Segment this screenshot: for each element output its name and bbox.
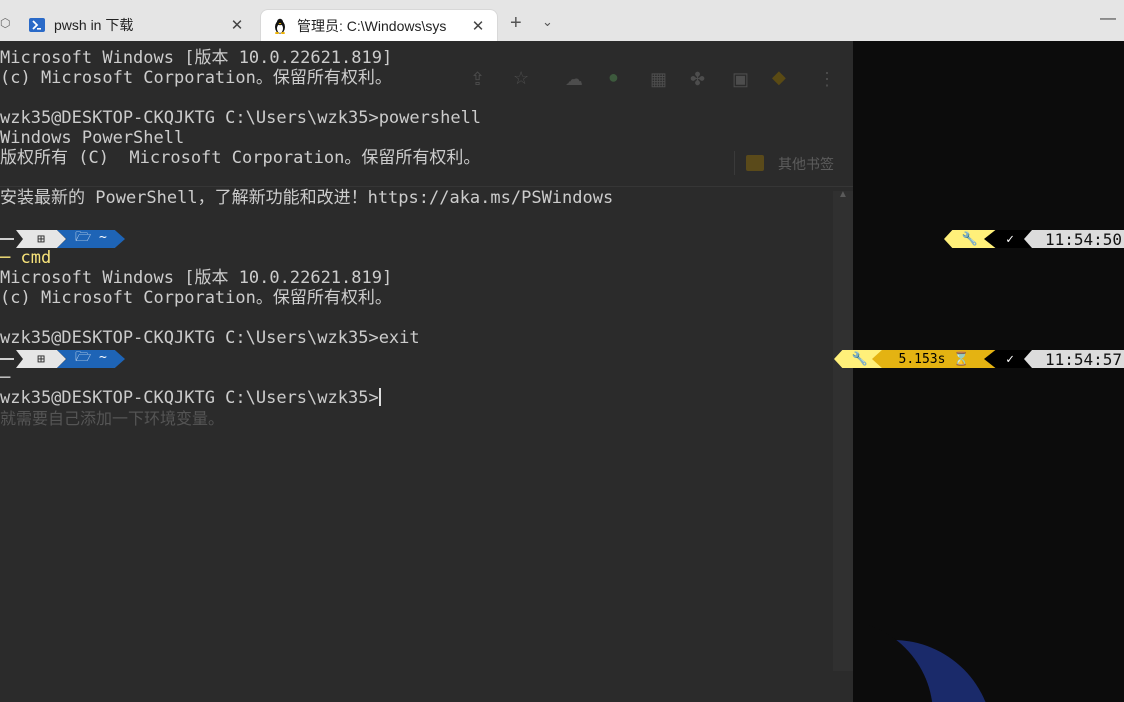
- windows-icon: ⊞: [16, 350, 66, 368]
- text-cursor: [378, 388, 381, 406]
- command-line: wzk35@DESKTOP-CKQJKTG C:\Users\wzk35>exi…: [0, 328, 420, 348]
- tab-bar: ⬡ pwsh in 下载 ✕ 管理员: C:\Windows\sys ✕ + ⌄…: [0, 0, 1124, 42]
- qr-code-icon: ▦: [650, 69, 668, 89]
- powershell-icon: [28, 16, 46, 34]
- linux-penguin-icon: [271, 17, 289, 35]
- chevron-down-icon[interactable]: ⌄: [542, 14, 553, 30]
- prompt-connector-line: ─: [0, 368, 11, 388]
- terminal-dark-region: [853, 41, 1124, 702]
- output-line: Windows PowerShell: [0, 128, 185, 148]
- command-line: ─ cmd: [0, 248, 52, 268]
- tab-label: 管理员: C:\Windows\sys: [297, 17, 447, 34]
- tab-admin-cmd[interactable]: 管理员: C:\Windows\sys ✕: [260, 9, 498, 41]
- prompt-connector: [0, 238, 14, 240]
- path-segment: 🗁 ~: [57, 350, 125, 368]
- share-icon: ⇪: [470, 69, 486, 89]
- exec-time-segment: 5.153s ⌛: [872, 350, 996, 368]
- windows-icon: ⊞: [16, 230, 66, 248]
- prompt-connector: [0, 358, 14, 360]
- prompt-line[interactable]: wzk35@DESKTOP-CKQJKTG C:\Users\wzk35>: [0, 388, 381, 408]
- divider: [0, 186, 853, 187]
- path-segment: 🗁 ~: [57, 230, 125, 248]
- bookmarks-label: 其他书签: [778, 156, 834, 172]
- prompt-text: wzk35@DESKTOP-CKQJKTG C:\Users\wzk35>: [0, 388, 379, 408]
- folder-icon: [746, 155, 764, 171]
- output-line: 安装最新的 PowerShell，了解新功能和改进！https://aka.ms…: [0, 188, 614, 208]
- warning-sign-icon: ◆: [772, 67, 786, 87]
- ghost-page-text: 就需要自己添加一下环境变量。: [0, 411, 225, 428]
- divider: [734, 151, 735, 175]
- puzzle-icon: ✤: [690, 69, 706, 89]
- extension-badge-icon: ●: [608, 67, 619, 87]
- output-line: 版权所有 (C) Microsoft Corporation。保留所有权利。: [0, 148, 481, 168]
- tab-label: pwsh in 下载: [54, 17, 134, 33]
- cloud-icon: ☁: [565, 69, 583, 89]
- time-segment: 11:54:57: [1024, 350, 1124, 368]
- close-icon[interactable]: ✕: [228, 16, 246, 34]
- close-icon[interactable]: ✕: [469, 17, 487, 35]
- shield-icon: ⬡: [0, 16, 11, 30]
- output-line: (c) Microsoft Corporation。保留所有权利。: [0, 288, 392, 308]
- tab-pwsh[interactable]: pwsh in 下载 ✕: [18, 9, 256, 41]
- output-line: Microsoft Windows [版本 10.0.22621.819]: [0, 48, 393, 68]
- wallpaper-swirl: [853, 620, 1124, 702]
- minimize-button[interactable]: —: [1100, 10, 1122, 28]
- sidebar-icon: ▣: [732, 69, 750, 89]
- time-segment: 11:54:50: [1024, 230, 1124, 248]
- output-line: (c) Microsoft Corporation。保留所有权利。: [0, 68, 392, 88]
- scrollbar[interactable]: ▲: [833, 189, 853, 671]
- more-icon: ⋮: [818, 69, 836, 89]
- new-tab-button[interactable]: +: [510, 12, 522, 35]
- output-line: Microsoft Windows [版本 10.0.22621.819]: [0, 268, 393, 288]
- scroll-up-icon[interactable]: ▲: [838, 189, 848, 200]
- command-line: wzk35@DESKTOP-CKQJKTG C:\Users\wzk35>pow…: [0, 108, 482, 128]
- star-icon: ☆: [513, 68, 530, 88]
